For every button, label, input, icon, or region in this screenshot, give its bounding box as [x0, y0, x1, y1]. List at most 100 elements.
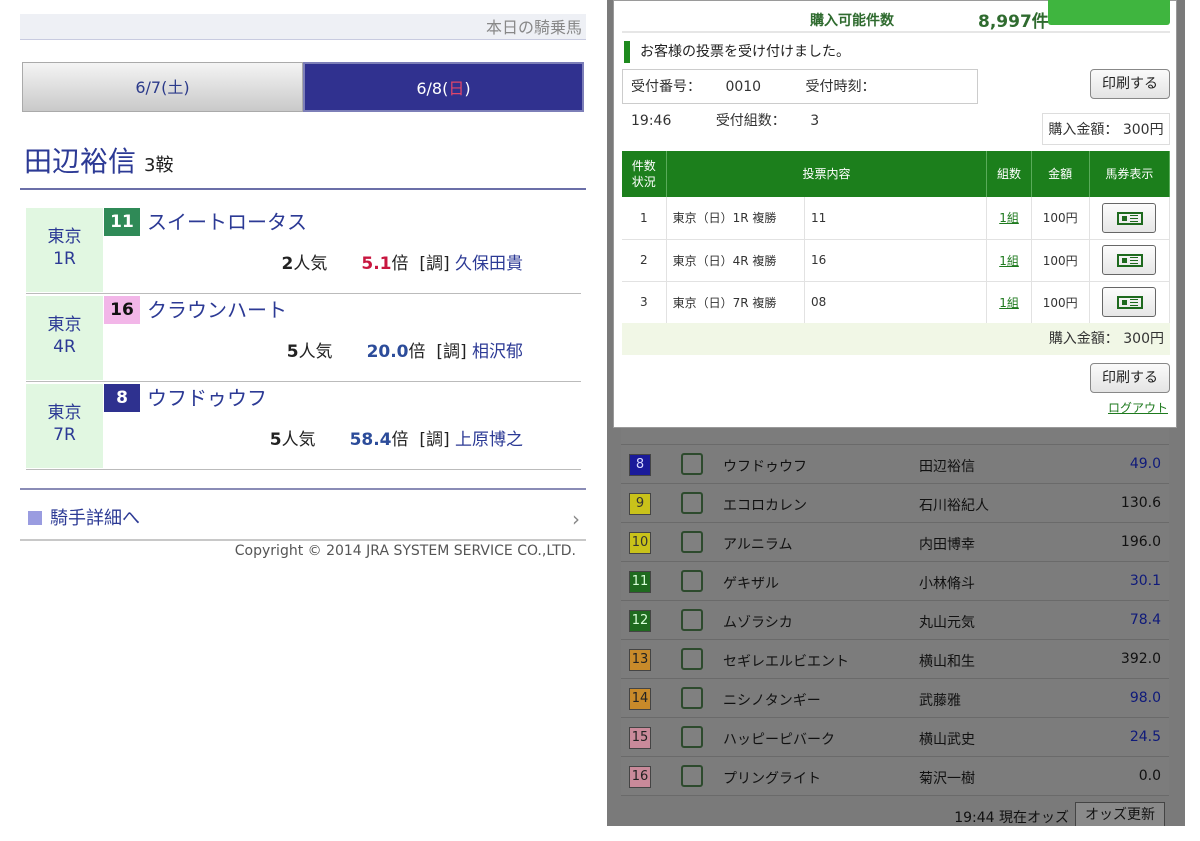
popularity: 5	[286, 342, 299, 362]
horse-select-checkbox[interactable]	[681, 765, 703, 787]
accepted-message: お客様の投票を受け付けました。	[624, 41, 850, 63]
odds-suffix: 倍	[391, 254, 409, 274]
horse-name-link[interactable]: スイートロータス	[147, 208, 307, 236]
ride-meta: 5人気 58.4倍 [調] 上原博之	[270, 428, 523, 452]
race-track: 東京 1R	[26, 208, 103, 292]
ride-row[interactable]: 東京 1R 11 スイートロータス 2人気 5.1倍 [調] 久保田貴	[26, 206, 581, 294]
horse-select-checkbox[interactable]	[681, 648, 703, 670]
tab-close-paren: )	[464, 79, 471, 98]
horse-select-checkbox[interactable]	[681, 492, 703, 514]
horse-name-link[interactable]: クラウンハート	[147, 296, 287, 324]
header-action-button[interactable]	[1048, 0, 1170, 25]
today-rides-header: 本日の騎乗馬	[20, 14, 586, 40]
jockey-name: 小林脩斗	[919, 576, 975, 592]
header-sets: 組数	[986, 151, 1032, 197]
logout-link[interactable]: ログアウト	[1108, 399, 1168, 416]
popularity-suffix: 人気	[293, 254, 328, 274]
bet-sets-link[interactable]: 1組	[999, 211, 1019, 225]
odds-value: 5.1	[361, 254, 392, 274]
tab-date-text: 6/8(	[416, 79, 449, 98]
ride-meta: 2人気 5.1倍 [調] 久保田貴	[282, 252, 523, 276]
horse-number-badge: 15	[629, 727, 651, 749]
page-title: 田辺裕信 3鞍	[24, 140, 173, 180]
bet-sets-link[interactable]: 1組	[999, 296, 1019, 310]
tab-date-text: 6/7(	[135, 78, 168, 97]
receipt-no: 0010	[725, 79, 762, 95]
bet-no: 2	[622, 239, 667, 282]
tab-date-sat[interactable]: 6/7(土)	[22, 62, 303, 112]
track-name: 東京	[47, 403, 82, 423]
trainer-link[interactable]: 相沢郁	[472, 342, 523, 362]
trainer-prefix: [調]	[419, 254, 450, 274]
horse-select-checkbox[interactable]	[681, 570, 703, 592]
odds-refresh-button[interactable]: オッズ更新	[1075, 802, 1165, 826]
jockey-name: 横山和生	[919, 654, 975, 670]
ticket-view-button[interactable]	[1102, 245, 1157, 275]
bet-row: 2 東京（日）4R 複勝 16 1組 100円	[622, 239, 1171, 282]
print-button-top[interactable]: 印刷する	[1090, 69, 1170, 99]
print-button-bottom[interactable]: 印刷する	[1090, 363, 1170, 393]
amount-label: 購入金額：	[1048, 122, 1119, 138]
bet-price: 100円	[1031, 197, 1090, 240]
ticket-icon	[1117, 296, 1144, 309]
jockey-detail-label: 騎手詳細へ	[50, 508, 140, 529]
bet-race: 東京（日）7R 複勝	[666, 281, 805, 324]
trainer-link[interactable]: 上原博之	[455, 430, 523, 450]
horse-number: 8	[104, 384, 140, 412]
odds-time: 19:44 現在オッズ	[954, 810, 1069, 826]
bet-ticket-cell	[1089, 239, 1171, 282]
receipt-time: 19:46	[631, 113, 672, 129]
odds-row: 9 エコロカレン 石川裕紀人 130.6	[621, 484, 1169, 523]
modal-header: 購入可能件数 8,997件	[614, 0, 1176, 33]
odds-value: 78.4	[1129, 612, 1161, 628]
jockey-name: 菊沢一樹	[919, 771, 975, 787]
ticket-view-button[interactable]	[1102, 202, 1157, 233]
odds-row: 13 セギレエルビエント 横山和生 392.0	[621, 640, 1169, 679]
header-status-line1: 件数	[631, 159, 656, 173]
popularity: 2	[281, 254, 294, 274]
ticket-view-button[interactable]	[1102, 287, 1157, 317]
horse-name: ゲキザル	[723, 576, 779, 592]
bet-sets-link[interactable]: 1組	[999, 254, 1019, 268]
tab-date-sun[interactable]: 6/8(日)	[303, 62, 584, 112]
race-track: 東京 4R	[26, 296, 103, 380]
horse-name: ムゾラシカ	[723, 615, 793, 631]
header-status-line2: 状況	[631, 175, 656, 189]
bets-table: 件数 状況 投票内容 組数 金額 馬券表示 1 東京（日）1R 複勝 11 1組 100円…	[622, 151, 1171, 324]
horse-number-badge: 16	[629, 766, 651, 788]
horse-name-link[interactable]: ウフドゥウフ	[147, 384, 267, 412]
ride-row[interactable]: 東京 7R 8 ウフドゥウフ 5人気 58.4倍 [調] 上原博之	[26, 382, 581, 470]
bet-horse: 08	[804, 281, 988, 324]
trainer-link[interactable]: 久保田貴	[455, 254, 523, 274]
horse-select-checkbox[interactable]	[681, 531, 703, 553]
betting-panel: 8 ウフドゥウフ 田辺裕信 49.0 9 エコロカレン 石川裕紀人 130.6 10 アルニラム 内…	[607, 0, 1185, 826]
jockey-name: 田辺裕信	[919, 459, 975, 475]
horse-select-checkbox[interactable]	[681, 453, 703, 475]
horse-select-checkbox[interactable]	[681, 726, 703, 748]
modal-header-divider	[622, 31, 1170, 33]
odds-footer: 19:44 現在オッズ オッズ更新	[621, 798, 1169, 826]
horse-select-checkbox[interactable]	[681, 609, 703, 631]
horse-name: ウフドゥウフ	[723, 459, 807, 475]
bet-horse: 16	[804, 239, 988, 282]
ride-row[interactable]: 東京 4R 16 クラウンハート 5人気 20.0倍 [調] 相沢郁	[26, 294, 581, 382]
odds-row: 11 ゲキザル 小林脩斗 30.1	[621, 562, 1169, 601]
odds-value: 392.0	[1120, 651, 1161, 667]
receipt-time-label: 受付時刻：	[805, 79, 876, 95]
jockey-name: 横山武史	[919, 732, 975, 748]
trainer-prefix: [調]	[419, 430, 450, 450]
odds-value: 98.0	[1129, 690, 1161, 706]
horse-number-badge: 10	[629, 532, 651, 554]
jockey-detail-link[interactable]: 騎手詳細へ ›	[28, 504, 584, 534]
odds-value: 30.1	[1129, 573, 1161, 589]
ride-count: 3鞍	[144, 155, 174, 176]
bet-horse: 11	[804, 197, 988, 240]
purchase-amount-box: 購入金額： 300円	[1042, 113, 1170, 145]
purchasable-label: 購入可能件数	[810, 13, 894, 29]
horse-select-checkbox[interactable]	[681, 687, 703, 709]
odds-value: 24.5	[1129, 729, 1161, 745]
odds-suffix: 倍	[408, 342, 426, 362]
horse-number-badge: 14	[629, 688, 651, 710]
horse-number-badge: 8	[629, 454, 651, 476]
odds-value: 49.0	[1129, 456, 1161, 472]
